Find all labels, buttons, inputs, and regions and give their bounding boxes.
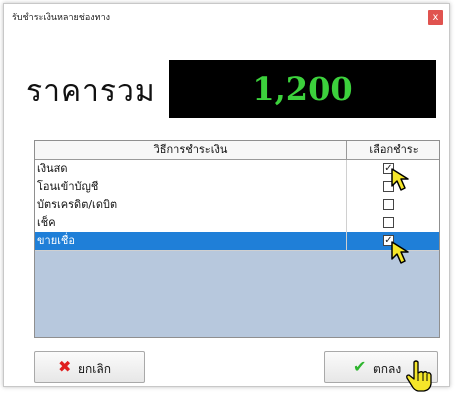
cancel-button-label: ยกเลิก [78, 362, 112, 376]
payment-method-name: เช็ค [37, 216, 56, 229]
close-icon: x [432, 12, 439, 23]
ok-button-label: ตกลง [373, 362, 402, 376]
table-row[interactable]: บัตรเครดิต/เดบิต [35, 196, 439, 215]
table-row[interactable]: โอนเข้าบัญชี [35, 178, 439, 197]
column-divider [346, 160, 347, 178]
cursor-arrow-icon [391, 241, 409, 264]
window-title: รับชำระเงินหลายช่องทาง [12, 13, 111, 23]
cancel-button[interactable]: ✖ ยกเลิก [34, 351, 145, 383]
checkmark-icon: ✔ [353, 357, 367, 376]
select-checkbox[interactable] [383, 199, 394, 210]
payment-method-name: บัตรเครดิต/เดบิต [37, 198, 118, 211]
title-bar[interactable]: รับชำระเงินหลายช่องทาง x [4, 4, 449, 30]
table-row[interactable]: เงินสด ✓ [35, 160, 439, 179]
cursor-arrow-icon [391, 168, 409, 191]
column-divider [346, 214, 347, 232]
x-icon: ✖ [58, 357, 72, 376]
total-display: 1,200 [169, 60, 436, 118]
table-row[interactable]: ขายเชื่อ ✓ [35, 232, 439, 251]
table-row[interactable]: เช็ค [35, 214, 439, 233]
column-header-select[interactable]: เลือกชำระ [347, 141, 439, 159]
column-divider [346, 178, 347, 196]
payment-method-grid: วิธีการชำระเงิน เลือกชำระ เงินสด ✓ โอนเข… [34, 140, 440, 338]
column-divider [346, 232, 347, 250]
close-button[interactable]: x [428, 10, 443, 25]
column-divider [346, 196, 347, 214]
total-label: ราคารวม [26, 74, 156, 109]
hand-cursor-icon [406, 360, 432, 392]
payment-method-name: เงินสด [37, 162, 68, 175]
grid-header: วิธีการชำระเงิน เลือกชำระ [35, 141, 439, 160]
payment-dialog: รับชำระเงินหลายช่องทาง x ราคารวม 1,200 ว… [3, 3, 450, 392]
select-checkbox[interactable] [383, 217, 394, 228]
payment-method-name: ขายเชื่อ [37, 234, 75, 247]
column-header-method[interactable]: วิธีการชำระเงิน [35, 141, 347, 159]
payment-method-name: โอนเข้าบัญชี [37, 180, 99, 193]
